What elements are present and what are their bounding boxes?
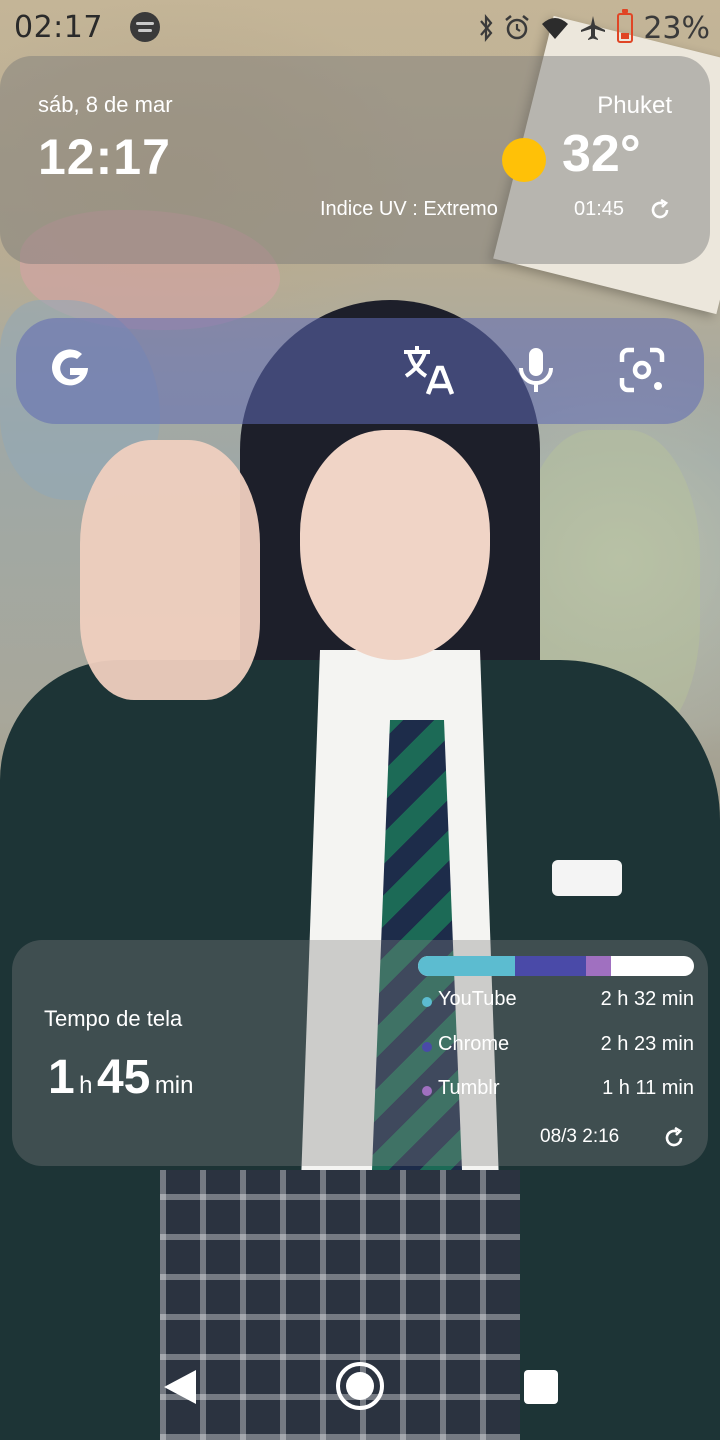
wallpaper-name-badge [552,860,622,896]
app-duration: 1 h 11 min [602,1077,694,1099]
weather-updated-time: 01:45 [574,198,625,220]
home-button[interactable] [336,1362,384,1410]
google-logo-icon[interactable] [42,342,98,398]
app-name: YouTube [438,988,517,1010]
screen-time-title: Tempo de tela [44,1006,183,1031]
navigation-bar [0,1346,720,1426]
app-dot [422,997,432,1007]
translate-icon[interactable] [400,342,456,398]
airplane-icon [579,14,607,42]
screen-time-widget[interactable]: Tempo de tela 1 h 45 min YouTube 2 h 32 … [12,940,708,1166]
wallpaper-person-face [300,430,490,660]
lens-camera-icon[interactable] [614,342,670,398]
app-usage-row[interactable]: Tumblr 1 h 11 min [422,1077,694,1105]
bluetooth-icon [479,13,493,43]
battery-fill [621,33,630,39]
battery-percent: 23% [643,10,710,46]
usage-bar-segment [586,956,612,976]
app-usage-row[interactable]: Chrome 2 h 23 min [422,1033,694,1061]
app-usage-row[interactable]: YouTube 2 h 32 min [422,988,694,1016]
refresh-icon[interactable] [648,198,672,222]
microphone-icon[interactable] [508,342,564,398]
app-dot [422,1086,432,1096]
recents-button[interactable] [524,1370,558,1404]
wallpaper-person-hand [80,440,260,700]
weather-city: Phuket [597,92,672,119]
back-button[interactable] [162,1368,198,1406]
usage-bar-segment [514,956,587,976]
status-bar: 02:17 23% [0,0,720,56]
refresh-icon[interactable] [662,1126,686,1150]
usage-bar-segment [418,956,515,976]
battery-icon [617,9,634,43]
status-icons: 23% [479,8,710,48]
app-duration: 2 h 23 min [600,1033,694,1055]
app-name: Chrome [438,1033,510,1055]
sun-icon [502,138,546,182]
alarm-icon [503,14,531,42]
screen-time-total: 1 h 45 min [48,1050,193,1105]
weather-widget[interactable]: sáb, 8 de mar 12:17 Phuket 32° Indice UV… [0,56,710,264]
app-dot [422,1042,432,1052]
screen-time-updated: 08/3 2:16 [540,1126,620,1147]
minutes-unit: min [154,1072,194,1099]
hours-unit: h [79,1072,93,1099]
widget-clock[interactable]: 12:17 [38,128,171,186]
app-name: Tumblr [438,1077,500,1099]
total-hours: 1 [48,1051,75,1104]
wifi-icon [541,14,569,42]
uv-index: Indice UV : Extremo [320,198,498,220]
spotify-icon [130,12,160,42]
widget-date: sáb, 8 de mar [38,92,173,117]
status-time: 02:17 [14,10,103,45]
usage-bar [418,956,694,976]
weather-temperature: 32° [562,125,641,183]
total-minutes: 45 [96,1051,151,1104]
google-search-bar[interactable] [16,318,704,424]
app-duration: 2 h 32 min [600,988,694,1010]
